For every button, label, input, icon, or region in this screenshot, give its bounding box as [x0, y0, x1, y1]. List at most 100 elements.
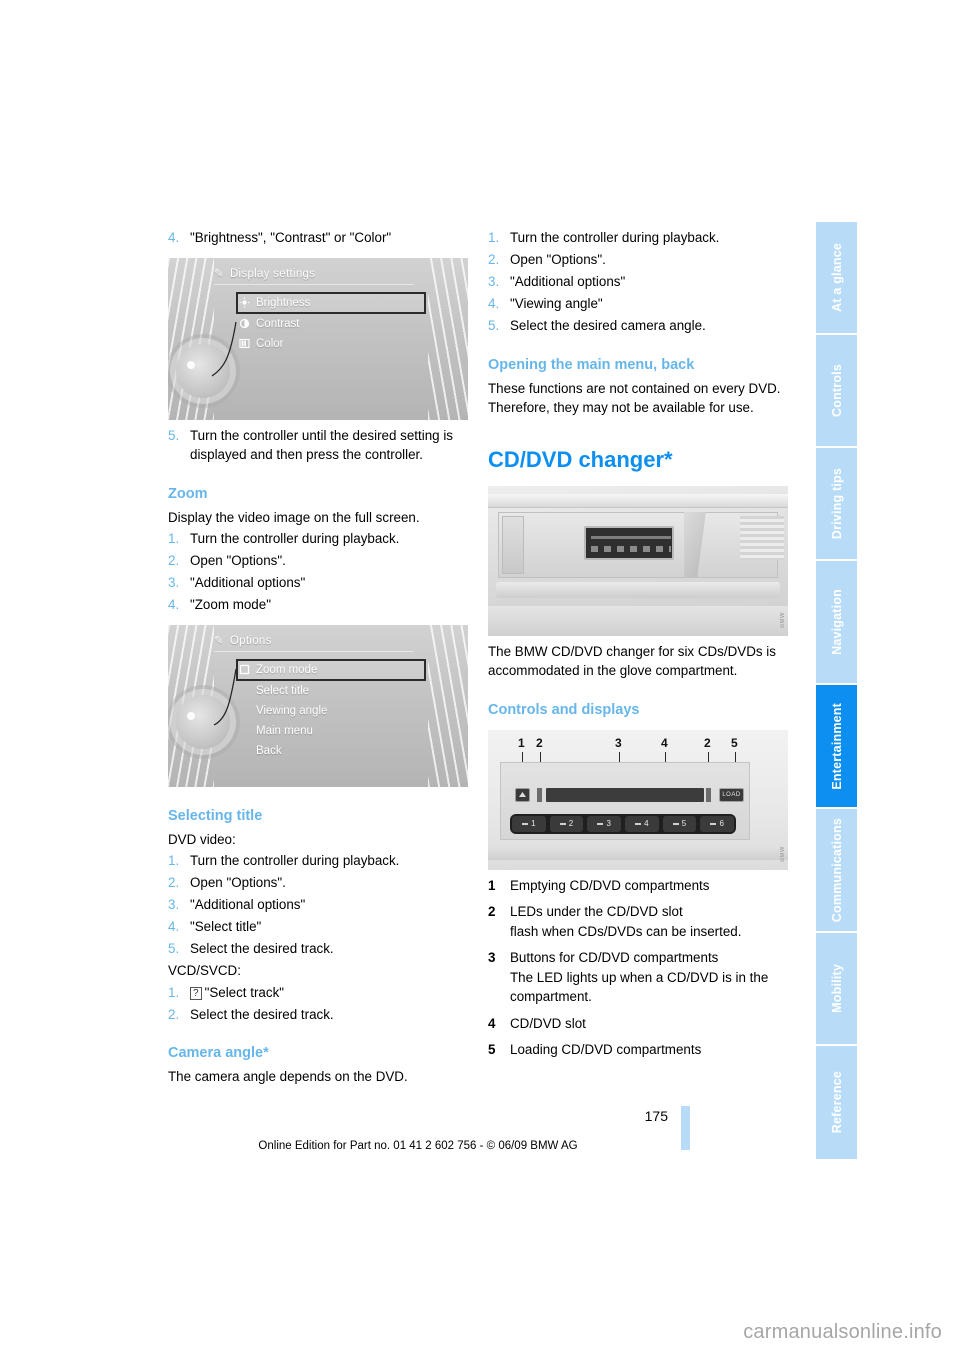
menu-item-brightness[interactable]: Brightness	[236, 291, 426, 314]
button-label: 5	[681, 819, 687, 828]
compartment-button-1[interactable]: 1	[512, 815, 546, 832]
step-text: Select the desired track.	[190, 941, 334, 956]
step-number: 4.	[168, 597, 180, 612]
led-right	[706, 787, 711, 802]
button-label: 4	[644, 819, 649, 828]
menu-item-main-menu[interactable]: Main menu	[236, 721, 426, 741]
menu-item-contrast[interactable]: Contrast	[236, 314, 426, 334]
sidebar-tab-controls[interactable]: Controls	[816, 335, 857, 448]
menu-item-select-title[interactable]: Select title	[236, 681, 426, 701]
section-tab-rail: At a glance Controls Driving tips Naviga…	[816, 222, 857, 1159]
missing-glyph-icon: ?	[190, 986, 202, 1000]
sidebar-tab-mobility[interactable]: Mobility	[816, 933, 857, 1046]
step-text: "Viewing angle"	[510, 296, 603, 311]
legend-number: 3	[488, 950, 496, 965]
dvd-video-steps-list: 1. Turn the controller during playback. …	[168, 851, 468, 959]
list-item: 1. ? "Select track"	[168, 983, 468, 1003]
changer-caption: The BMW CD/DVD changer for six CDs/DVDs …	[488, 643, 776, 679]
heading-opening-main-menu: Opening the main menu, back	[488, 356, 695, 373]
load-button[interactable]: LOAD	[719, 787, 744, 802]
tab-label: Driving tips	[829, 467, 844, 540]
list-item: 4. "Brightness", "Contrast" or "Color"	[168, 228, 468, 248]
menu-item-label: Color	[256, 337, 284, 350]
step-text: Turn the controller until the desired se…	[190, 427, 453, 463]
list-item: 3. "Additional options"	[168, 895, 468, 915]
menu-item-label: Viewing angle	[256, 704, 328, 717]
camera-angle-text: The camera angle depends on the DVD.	[168, 1069, 408, 1084]
menu-item-label: Back	[256, 744, 282, 757]
figure-reference-code: BMW	[780, 611, 786, 628]
cd-dvd-slot[interactable]	[546, 787, 704, 802]
air-vent-grille	[740, 515, 784, 560]
step-text: Turn the controller during playback.	[190, 853, 400, 868]
legend-number: 1	[488, 877, 496, 893]
callout-2-right: 2	[704, 735, 711, 750]
screen-menu-list: Brightness Contrast Color	[236, 291, 426, 354]
vcd-steps-list: 1. ? "Select track" 2. Select the desired…	[168, 983, 468, 1025]
idrive-screen-display-settings: ✎ Display settings Brightness Contrast C…	[168, 257, 468, 420]
menu-item-color[interactable]: Color	[236, 334, 426, 354]
legend-number: 5	[488, 1042, 496, 1057]
compartment-button-2[interactable]: 2	[549, 815, 584, 832]
sidebar-tab-entertainment[interactable]: Entertainment	[816, 685, 857, 809]
menu-item-label: Contrast	[256, 317, 300, 330]
callout-1: 1	[518, 735, 525, 750]
legend-line: flash when CDs/DVDs can be inserted.	[510, 923, 742, 939]
list-item: 2. Open "Options".	[168, 551, 468, 571]
list-item: 5. Select the desired camera angle.	[488, 316, 788, 336]
heading-camera-angle: Camera angle*	[168, 1045, 269, 1061]
camera-angle-steps-list: 1. Turn the controller during playback. …	[488, 228, 788, 336]
screen-title-rule	[214, 283, 414, 285]
list-item: 1. Turn the controller during playback.	[168, 851, 468, 871]
legend-text: Loading CD/DVD compartments	[510, 1042, 702, 1057]
list-item: 4. "Select title"	[168, 917, 468, 937]
step-number: 1.	[488, 230, 500, 245]
step-number: 4.	[168, 230, 180, 245]
compartment-button-3[interactable]: 3	[587, 815, 622, 832]
sidebar-tab-navigation[interactable]: Navigation	[816, 561, 857, 685]
left-text-column: 4. "Brightness", "Contrast" or "Color" ✎…	[168, 228, 468, 1089]
zoom-intro-text: Display the video image on the full scre…	[168, 509, 420, 525]
figure-reference-code: BMW	[780, 845, 786, 862]
list-item: 2. Open "Options".	[488, 250, 788, 270]
step-number: 5.	[488, 318, 500, 333]
changer-buttons-row	[591, 545, 671, 552]
list-item: 1. Turn the controller during playback.	[168, 529, 468, 549]
list-item: 4. "Viewing angle"	[488, 294, 788, 314]
menu-item-zoom-mode[interactable]: Zoom mode	[236, 658, 426, 681]
legend-text: Buttons for CD/DVD compartments The LED …	[510, 948, 788, 1007]
menu-item-viewing-angle[interactable]: Viewing angle	[236, 701, 426, 721]
legend-line: Buttons for CD/DVD compartments	[510, 950, 719, 965]
step-text: Open "Options".	[510, 252, 606, 267]
dash-upper-edge	[488, 493, 788, 508]
list-item: 3. "Additional options"	[488, 272, 788, 292]
step-number: 1.	[168, 531, 180, 546]
list-item: 5. Select the desired track.	[168, 939, 468, 959]
tab-label: Controls	[829, 364, 844, 417]
eject-button[interactable]	[515, 787, 530, 802]
button-label: 6	[719, 819, 724, 828]
step-text: "Brightness", "Contrast" or "Color"	[190, 230, 392, 245]
screen-title-rule	[214, 650, 414, 652]
compartment-button-5[interactable]: 5	[662, 815, 697, 832]
sidebar-tab-driving-tips[interactable]: Driving tips	[816, 448, 857, 561]
sidebar-tab-communications[interactable]: Communications	[816, 809, 857, 933]
screen-title: ✎ Options	[214, 633, 272, 647]
menu-icon: ✎	[214, 267, 224, 280]
compartment-button-4[interactable]: 4	[625, 815, 659, 832]
compartment-button-6[interactable]: 6	[700, 815, 735, 832]
menu-item-label: Brightness	[256, 296, 311, 309]
vcd-svcd-label: VCD/SVCD:	[168, 963, 241, 978]
screen-title-label: Options	[229, 634, 272, 647]
step-number: 2.	[488, 252, 500, 267]
menu-item-back[interactable]: Back	[236, 741, 426, 761]
glove-box-left-wall	[502, 515, 524, 574]
screen-arc-decoration-right	[428, 257, 468, 420]
screen-menu-list: Zoom mode Select title Viewing angle Mai…	[236, 658, 426, 761]
heading-selecting-title: Selecting title	[168, 807, 263, 824]
step-number: 4.	[488, 296, 500, 311]
legend-text: Emptying CD/DVD compartments	[510, 877, 710, 893]
sidebar-tab-at-a-glance[interactable]: At a glance	[816, 222, 857, 335]
sidebar-tab-reference[interactable]: Reference	[816, 1046, 857, 1159]
step-text: "Select title"	[190, 919, 262, 934]
